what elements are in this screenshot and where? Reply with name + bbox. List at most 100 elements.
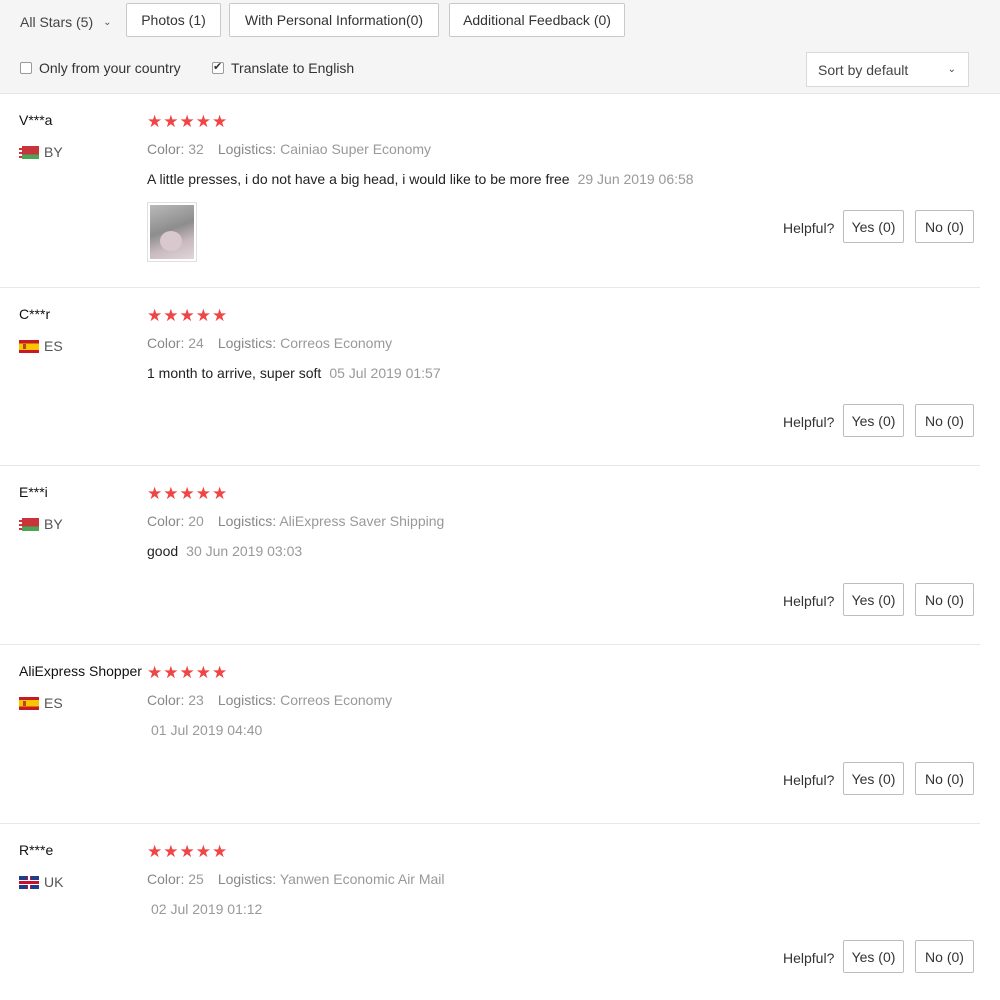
logistics-value: Yanwen Economic Air Mail xyxy=(279,871,445,887)
color-label: Color: xyxy=(147,692,185,708)
review-date: 02 Jul 2019 01:12 xyxy=(151,901,263,917)
chevron-down-icon: ⌄ xyxy=(947,64,956,75)
helpful-yes-button[interactable]: Yes (0) xyxy=(843,583,904,616)
translate-label: Translate to English xyxy=(231,60,355,76)
helpful-no-button[interactable]: No (0) xyxy=(915,583,974,616)
color-value: 25 xyxy=(188,871,204,887)
reviewer-country: ES xyxy=(19,695,63,711)
logistics-value: Correos Economy xyxy=(280,692,393,708)
all-stars-dropdown[interactable]: All Stars (5) ⌄ xyxy=(20,14,112,30)
logistics-value: Correos Economy xyxy=(280,335,393,351)
color-label: Color: xyxy=(147,141,185,157)
star-rating: ★★★★★ xyxy=(147,842,229,861)
review-date: 05 Jul 2019 01:57 xyxy=(329,365,441,381)
logistics-label: Logistics: xyxy=(217,513,277,529)
helpful-label: Helpful? xyxy=(783,950,835,966)
review-date: 30 Jun 2019 03:03 xyxy=(186,543,303,559)
helpful-yes-button[interactable]: Yes (0) xyxy=(843,762,904,795)
chevron-down-icon: ⌄ xyxy=(103,16,112,28)
order-info: Color: 32 Logistics: Cainiao Super Econom… xyxy=(147,141,431,157)
reviewer-country: BY xyxy=(19,516,63,532)
additional-feedback-filter-button[interactable]: Additional Feedback (0) xyxy=(449,3,625,37)
review-item: R***e UK ★★★★★ Color: 25 Logistics: Yanwe… xyxy=(0,824,980,1000)
helpful-label: Helpful? xyxy=(783,772,835,788)
logistics-value: Cainiao Super Economy xyxy=(280,141,432,157)
country-code: ES xyxy=(44,338,63,354)
helpful-label: Helpful? xyxy=(783,414,835,430)
review-item: E***i BY ★★★★★ Color: 20 Logistics: AliEx… xyxy=(0,466,980,645)
color-value: 20 xyxy=(188,513,204,529)
reviewer-country: UK xyxy=(19,874,63,890)
belarus-flag-icon xyxy=(19,517,39,531)
helpful-no-button[interactable]: No (0) xyxy=(915,762,974,795)
only-country-checkbox[interactable]: Only from your country xyxy=(20,60,181,76)
helpful-yes-button[interactable]: Yes (0) xyxy=(843,210,904,243)
star-rating: ★★★★★ xyxy=(147,484,229,503)
personal-info-filter-button[interactable]: With Personal Information(0) xyxy=(229,3,439,37)
spain-flag-icon xyxy=(19,339,39,353)
star-rating: ★★★★★ xyxy=(147,306,229,325)
helpful-no-button[interactable]: No (0) xyxy=(915,404,974,437)
reviewer-country: ES xyxy=(19,338,63,354)
logistics-label: Logistics: xyxy=(217,692,277,708)
helpful-no-button[interactable]: No (0) xyxy=(915,940,974,973)
review-item: C***r ES ★★★★★ Color: 24 Logistics: Corre… xyxy=(0,288,980,466)
color-value: 24 xyxy=(188,335,204,351)
logistics-label: Logistics: xyxy=(217,141,277,157)
review-text-row: 01 Jul 2019 04:40 xyxy=(147,722,262,738)
country-code: BY xyxy=(44,144,63,160)
belarus-flag-icon xyxy=(19,145,39,159)
only-country-label: Only from your country xyxy=(39,60,181,76)
spain-flag-icon xyxy=(19,696,39,710)
helpful-yes-button[interactable]: Yes (0) xyxy=(843,940,904,973)
review-item: AliExpress Shopper ES ★★★★★ Color: 23 Log… xyxy=(0,645,980,824)
reviewer-name: E***i xyxy=(19,484,48,500)
order-info: Color: 23 Logistics: Correos Economy xyxy=(147,692,392,708)
logistics-label: Logistics: xyxy=(217,335,277,351)
star-rating: ★★★★★ xyxy=(147,112,229,131)
reviewer-name: R***e xyxy=(19,842,54,858)
review-item: V***a BY ★★★★★ Color: 32 Logistics: Caini… xyxy=(0,94,980,288)
country-code: BY xyxy=(44,516,63,532)
helpful-no-button[interactable]: No (0) xyxy=(915,210,974,243)
sort-label: Sort by default xyxy=(818,61,909,78)
review-text-row: 02 Jul 2019 01:12 xyxy=(147,901,262,917)
helpful-label: Helpful? xyxy=(783,593,835,609)
translate-checkbox[interactable]: Translate to English xyxy=(212,60,354,76)
logistics-label: Logistics: xyxy=(217,871,277,887)
order-info: Color: 24 Logistics: Correos Economy xyxy=(147,335,392,351)
review-photo xyxy=(150,205,194,259)
review-text: A little presses, i do not have a big he… xyxy=(147,171,570,187)
helpful-yes-button[interactable]: Yes (0) xyxy=(843,404,904,437)
all-stars-label: All Stars (5) xyxy=(20,14,94,30)
photos-filter-button[interactable]: Photos (1) xyxy=(126,3,221,37)
review-text-row: A little presses, i do not have a big he… xyxy=(147,171,694,187)
review-text-row: good 30 Jun 2019 03:03 xyxy=(147,543,302,559)
logistics-value: AliExpress Saver Shipping xyxy=(279,513,445,529)
order-info: Color: 20 Logistics: AliExpress Saver Shi… xyxy=(147,513,444,529)
helpful-label: Helpful? xyxy=(783,220,835,236)
feedback-panel: All Stars (5) ⌄ Photos (1) With Personal… xyxy=(0,0,1000,1000)
color-value: 23 xyxy=(188,692,204,708)
checkbox-icon[interactable] xyxy=(20,62,32,74)
filter-bar: All Stars (5) ⌄ Photos (1) With Personal… xyxy=(0,0,1000,94)
review-text-row: 1 month to arrive, super soft 05 Jul 2019… xyxy=(147,365,441,381)
order-info: Color: 25 Logistics: Yanwen Economic Air … xyxy=(147,871,445,887)
review-photo-thumbnail[interactable] xyxy=(147,202,197,262)
color-label: Color: xyxy=(147,513,185,529)
reviewer-name: AliExpress Shopper xyxy=(19,663,142,679)
reviewer-name: V***a xyxy=(19,112,53,128)
checkbox-checked-icon[interactable] xyxy=(212,60,224,74)
color-label: Color: xyxy=(147,335,185,351)
review-date: 29 Jun 2019 06:58 xyxy=(577,171,694,187)
star-rating: ★★★★★ xyxy=(147,663,229,682)
review-text: 1 month to arrive, super soft xyxy=(147,365,322,381)
uk-flag-icon xyxy=(19,875,39,889)
sort-select[interactable]: Sort by default ⌄ xyxy=(806,52,969,87)
reviewer-country: BY xyxy=(19,144,63,160)
review-text: good xyxy=(147,543,179,559)
color-label: Color: xyxy=(147,871,185,887)
reviewer-name: C***r xyxy=(19,306,51,322)
country-code: UK xyxy=(44,874,64,890)
review-date: 01 Jul 2019 04:40 xyxy=(151,722,263,738)
